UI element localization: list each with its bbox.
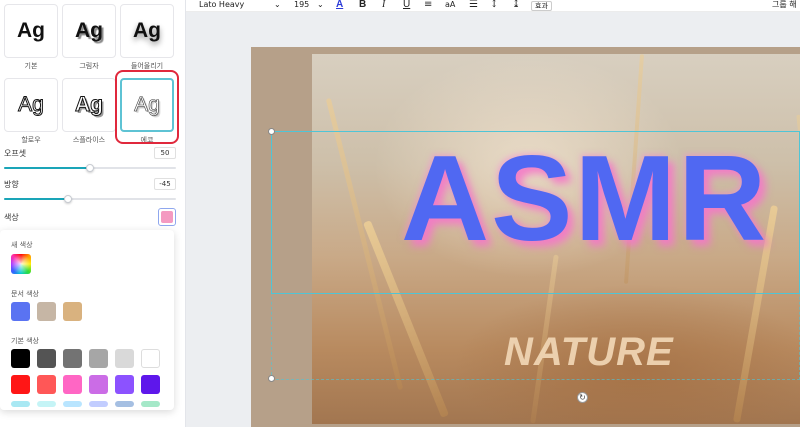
effect-lift-preview: Ag	[120, 4, 174, 58]
offset-row: 오프셋 50	[4, 146, 176, 160]
offset-input[interactable]: 50	[154, 147, 176, 159]
default-color-swatch[interactable]	[63, 401, 82, 407]
vertical-text-icon[interactable]: ↨	[512, 0, 520, 10]
font-family-chevron-icon[interactable]: ⌄	[274, 0, 281, 10]
editor-root: Ag 기본 Ag 그림자 Ag 들어올리기 Ag 할로우 Ag 스플라이스 Ag…	[0, 0, 800, 427]
default-colors-row	[11, 375, 160, 394]
effect-hollow-preview: Ag	[4, 78, 58, 132]
resize-handle[interactable]	[268, 128, 275, 135]
document-color-swatch[interactable]	[11, 302, 30, 321]
italic-button[interactable]: I	[382, 0, 385, 10]
font-size-chevron-icon[interactable]: ⌄	[317, 0, 324, 10]
document-color-swatch[interactable]	[37, 302, 56, 321]
default-color-swatch[interactable]	[11, 349, 30, 368]
direction-slider-handle[interactable]	[63, 195, 72, 203]
default-color-swatch[interactable]	[89, 401, 108, 407]
direction-slider-fill	[4, 198, 68, 200]
effect-shadow-preview: Ag	[62, 4, 116, 58]
effect-style-grid: Ag 기본 Ag 그림자 Ag 들어올리기 Ag 할로우 Ag 스플라이스 Ag…	[4, 4, 182, 144]
list-icon[interactable]: ☰	[469, 0, 478, 10]
default-color-swatch[interactable]	[11, 375, 30, 394]
default-colors-row-partial	[11, 401, 160, 407]
new-color-picker-icon[interactable]	[11, 254, 31, 274]
effect-none-preview: Ag	[4, 4, 58, 58]
font-family-dropdown[interactable]: Lato Heavy	[199, 0, 244, 10]
rotate-icon[interactable]: ↻	[577, 392, 588, 403]
document-colors-row	[11, 302, 82, 321]
default-colors-label: 기본 색상	[11, 337, 39, 345]
default-color-swatch[interactable]	[37, 375, 56, 394]
new-color-label: 새 색상	[11, 241, 33, 249]
ungroup-button[interactable]: 그룹 해	[772, 0, 797, 10]
font-size-dropdown[interactable]: 195	[294, 0, 309, 10]
effect-color-chip	[161, 211, 173, 223]
default-color-swatch[interactable]	[115, 349, 134, 368]
effect-none-label: 기본	[24, 62, 38, 70]
effect-lift[interactable]: Ag 들어올리기	[120, 4, 174, 70]
spacing-icon[interactable]: ↕	[490, 0, 498, 10]
effect-splice[interactable]: Ag 스플라이스	[62, 78, 116, 144]
canvas-workspace: ASMR NATURE ↻	[186, 12, 800, 427]
text-effects-panel: Ag 기본 Ag 그림자 Ag 들어올리기 Ag 할로우 Ag 스플라이스 Ag…	[0, 0, 186, 427]
default-color-swatch[interactable]	[141, 375, 160, 394]
document-color-swatch[interactable]	[63, 302, 82, 321]
design-page: ASMR NATURE	[251, 47, 800, 427]
subtitle-text[interactable]: NATURE	[504, 330, 674, 375]
bold-button[interactable]: B	[359, 0, 366, 10]
resize-handle[interactable]	[268, 375, 275, 382]
offset-slider-fill	[4, 167, 90, 169]
effects-button[interactable]: 효과	[531, 0, 552, 12]
default-color-swatch[interactable]	[63, 375, 82, 394]
headline-text[interactable]: ASMR	[401, 137, 768, 259]
effect-shadow-label: 그림자	[79, 62, 99, 70]
effect-splice-preview: Ag	[62, 78, 116, 132]
effect-hollow[interactable]: Ag 할로우	[4, 78, 58, 144]
default-color-swatch[interactable]	[63, 349, 82, 368]
letter-case-button[interactable]: aA	[445, 0, 455, 10]
effect-color-swatch-button[interactable]	[158, 208, 176, 226]
wheat-stalk	[325, 97, 404, 391]
offset-slider-handle[interactable]	[86, 164, 94, 172]
direction-label: 방향	[4, 179, 19, 189]
effects-button-label: 효과	[531, 1, 552, 11]
default-color-swatch[interactable]	[115, 401, 134, 407]
default-color-swatch[interactable]	[89, 349, 108, 368]
effect-echo-label: 에코	[140, 136, 154, 144]
default-color-swatch[interactable]	[115, 375, 134, 394]
color-row: 색상	[4, 208, 176, 226]
direction-slider[interactable]	[4, 195, 176, 203]
color-picker-popup: 새 색상 문서 색상 기본 색상	[0, 230, 174, 410]
offset-label: 오프셋	[4, 148, 27, 158]
effect-echo[interactable]: Ag 에코	[120, 78, 174, 144]
default-color-swatch[interactable]	[89, 375, 108, 394]
default-color-swatch[interactable]	[37, 349, 56, 368]
align-icon[interactable]: ≡	[424, 0, 432, 10]
default-color-swatch[interactable]	[141, 349, 160, 368]
effect-splice-label: 스플라이스	[72, 136, 106, 144]
direction-input[interactable]: -45	[154, 178, 176, 190]
text-toolbar: Lato Heavy ⌄ 195 ⌄ A B I U ≡ aA ☰ ↕ ↨ 효과…	[186, 0, 800, 12]
default-color-swatch[interactable]	[37, 401, 56, 407]
effect-none[interactable]: Ag 기본	[4, 4, 58, 70]
direction-row: 방향 -45	[4, 177, 176, 191]
text-color-button[interactable]: A	[336, 0, 343, 10]
offset-slider[interactable]	[4, 164, 176, 172]
wheat-stalk	[796, 114, 800, 414]
effect-lift-label: 들어올리기	[130, 62, 164, 70]
default-color-swatch[interactable]	[141, 401, 160, 407]
effect-echo-preview: Ag	[120, 78, 174, 132]
color-label: 색상	[4, 212, 19, 222]
underline-button[interactable]: U	[403, 0, 410, 10]
default-colors-row	[11, 349, 160, 368]
document-colors-label: 문서 색상	[11, 290, 39, 298]
effect-shadow[interactable]: Ag 그림자	[62, 4, 116, 70]
effect-hollow-label: 할로우	[21, 136, 41, 144]
default-color-swatch[interactable]	[11, 401, 30, 407]
